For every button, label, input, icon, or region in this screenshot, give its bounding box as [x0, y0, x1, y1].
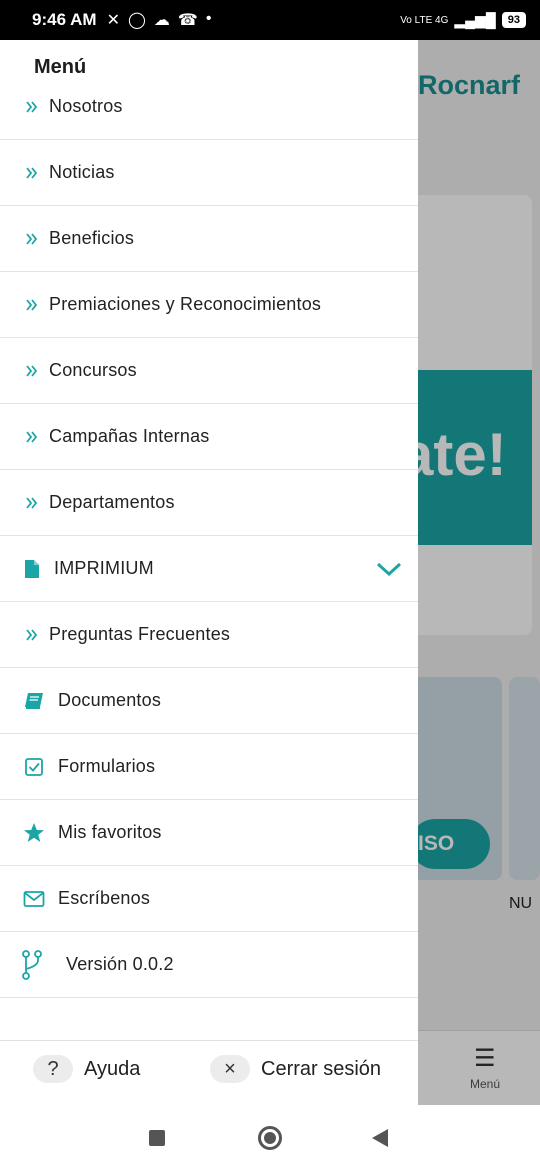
recents-icon[interactable] — [149, 1130, 165, 1146]
double-chevron-icon — [20, 623, 44, 647]
system-nav-bar — [0, 1105, 540, 1170]
chevron-down-icon[interactable] — [375, 559, 403, 579]
branch-icon — [20, 949, 44, 980]
menu-item-label: Nosotros — [49, 96, 123, 116]
logout-button[interactable]: × Cerrar sesión — [210, 1055, 381, 1083]
envelope-icon — [22, 887, 46, 911]
book-icon — [22, 689, 46, 713]
status-time: 9:46 AM — [32, 10, 97, 29]
double-chevron-icon — [20, 161, 44, 185]
menu-item-campanas-internas[interactable]: Campañas Internas — [0, 404, 418, 470]
menu-item-mis-favoritos[interactable]: Mis favoritos — [0, 800, 418, 866]
menu-item-departamentos[interactable]: Departamentos — [0, 470, 418, 536]
battery-icon: 93 — [501, 12, 526, 28]
menu-item-formularios[interactable]: Formularios — [0, 734, 418, 800]
menu-item-label: Noticias — [49, 162, 115, 182]
signal-icon: ▂▄▆█ — [454, 11, 496, 28]
logout-label: Cerrar sesión — [261, 1057, 382, 1080]
double-chevron-icon — [20, 293, 44, 317]
document-icon — [20, 557, 44, 581]
drawer-scrim[interactable] — [418, 40, 540, 1105]
menu-item-preguntas-frecuentes[interactable]: Preguntas Frecuentes — [0, 602, 418, 668]
drawer-menu-list: Nosotros Noticias Beneficios Premiacione… — [0, 80, 418, 998]
status-system-icons: Vo LTE 4G ▂▄▆█ 93 — [400, 12, 526, 29]
checkbox-icon — [22, 755, 46, 779]
back-icon[interactable] — [372, 1129, 388, 1147]
cloud-icon: ☁ — [153, 12, 170, 29]
menu-item-label: Preguntas Frecuentes — [49, 624, 231, 644]
status-notification-icons: ✕ ◯ ☁ ☎ • — [107, 10, 212, 30]
help-button[interactable]: ? Ayuda — [33, 1055, 140, 1083]
close-icon: × — [210, 1055, 250, 1083]
menu-item-label: Concursos — [49, 360, 137, 380]
help-label: Ayuda — [84, 1057, 141, 1080]
star-icon — [22, 821, 46, 845]
double-chevron-icon — [20, 491, 44, 515]
status-bar: 9:46 AM ✕ ◯ ☁ ☎ • Vo LTE 4G ▂▄▆█ 93 — [0, 0, 540, 40]
menu-item-version: Versión 0.0.2 — [0, 932, 418, 998]
navigation-drawer: Menú Nosotros Noticias Beneficios Premia… — [0, 40, 418, 1105]
menu-item-nosotros[interactable]: Nosotros — [0, 74, 418, 140]
whatsapp-icon: ◯ — [127, 12, 146, 29]
home-icon[interactable] — [258, 1126, 282, 1150]
menu-item-escribenos[interactable]: Escríbenos — [0, 866, 418, 932]
menu-item-label: Formularios — [58, 756, 156, 776]
double-chevron-icon — [20, 95, 44, 119]
drawer-footer: ? Ayuda × Cerrar sesión — [0, 1040, 418, 1105]
menu-item-imprimium[interactable]: IMPRIMIUM — [0, 536, 418, 602]
menu-item-label: Campañas Internas — [49, 426, 210, 446]
menu-item-label: Beneficios — [49, 228, 135, 248]
dot-icon: • — [205, 10, 212, 27]
menu-item-label: Premiaciones y Reconocimientos — [49, 294, 322, 314]
menu-item-beneficios[interactable]: Beneficios — [0, 206, 418, 272]
menu-item-label: Mis favoritos — [58, 822, 162, 842]
missed-call-icon: ☎ — [177, 12, 198, 29]
network-label: Vo LTE 4G — [400, 14, 449, 26]
menu-item-documentos[interactable]: Documentos — [0, 668, 418, 734]
menu-item-premiaciones[interactable]: Premiaciones y Reconocimientos — [0, 272, 418, 338]
menu-item-label: Versión 0.0.2 — [66, 954, 174, 974]
double-chevron-icon — [20, 227, 44, 251]
menu-item-label: Departamentos — [49, 492, 175, 512]
menu-item-label: Escríbenos — [58, 888, 151, 908]
mute-icon: ✕ — [106, 12, 120, 29]
double-chevron-icon — [20, 425, 44, 449]
menu-item-concursos[interactable]: Concursos — [0, 338, 418, 404]
menu-item-noticias[interactable]: Noticias — [0, 140, 418, 206]
menu-item-label: Documentos — [58, 690, 162, 710]
help-icon: ? — [33, 1055, 73, 1083]
double-chevron-icon — [20, 359, 44, 383]
menu-item-label: IMPRIMIUM — [54, 558, 154, 578]
